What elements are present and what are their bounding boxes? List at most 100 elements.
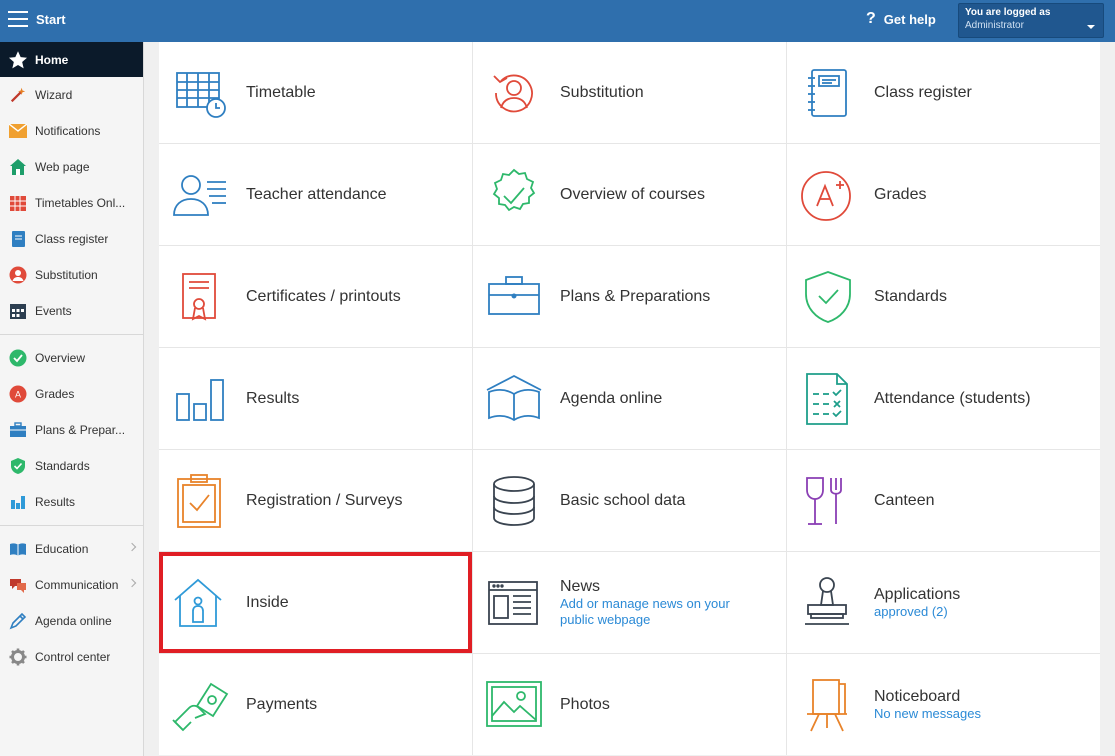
sidebar-item-web-page[interactable]: Web page [0, 149, 143, 185]
sidebar-item-notifications[interactable]: Notifications [0, 113, 143, 149]
tile-title: Agenda online [560, 389, 663, 407]
tile-inside[interactable]: Inside [159, 552, 472, 653]
module-grid: Timetable Substitution Class register Te… [159, 42, 1100, 755]
easel-icon [807, 678, 847, 731]
tile-plans-preparations[interactable]: Plans & Preparations [473, 246, 786, 347]
pencil-icon [8, 611, 28, 631]
sidebar-item-results[interactable]: Results [0, 484, 143, 520]
tile-registration-surveys[interactable]: Registration / Surveys [159, 450, 472, 551]
cutlery-icon [806, 476, 842, 525]
tile-title: Payments [246, 695, 318, 713]
sidebar-item-communication[interactable]: Communication [0, 567, 143, 603]
grades-icon [801, 170, 851, 221]
house-person-icon [174, 578, 222, 627]
tile-agenda-online[interactable]: Agenda online [473, 348, 786, 449]
database-icon [493, 475, 535, 526]
shield-icon [8, 456, 28, 476]
svg-text:A: A [15, 390, 21, 400]
substitution-icon [493, 74, 533, 112]
tile-title: Class register [874, 83, 972, 101]
sidebar-divider [0, 334, 143, 335]
tile-results[interactable]: Results [159, 348, 472, 449]
stamp-icon [805, 576, 849, 625]
tile-title: Teacher attendance [246, 185, 387, 203]
courses-check-icon [492, 168, 536, 211]
tile-grades[interactable]: Grades [787, 144, 1100, 245]
tile-attendance-students[interactable]: Attendance (students) [787, 348, 1100, 449]
sidebar: Home Wizard Notifications Web page Timet… [0, 42, 144, 756]
tile-basic-school-data[interactable]: Basic school data [473, 450, 786, 551]
calendar-grid-icon [8, 193, 28, 213]
tile-teacher-attendance[interactable]: Teacher attendance [159, 144, 472, 245]
sidebar-item-label: Class register [35, 232, 109, 246]
menu-icon[interactable] [8, 11, 28, 27]
sidebar-divider [0, 525, 143, 526]
tile-timetable[interactable]: Timetable [159, 42, 472, 143]
sidebar-item-label: Events [35, 304, 72, 318]
noticeboard-status[interactable]: No new messages [874, 706, 981, 722]
tile-title: Overview of courses [560, 185, 705, 203]
home-icon [8, 157, 28, 177]
class-register-icon [808, 68, 847, 117]
star-icon [8, 50, 28, 70]
get-help-label: Get help [883, 11, 936, 27]
envelope-icon [8, 121, 28, 141]
tile-news[interactable]: News Add or manage news on your public w… [473, 552, 786, 653]
chat-icon [8, 575, 28, 595]
tile-class-register[interactable]: Class register [787, 42, 1100, 143]
sidebar-item-agenda-online[interactable]: Agenda online [0, 603, 143, 639]
clipboard-check-icon [177, 473, 221, 528]
news-description-link[interactable]: Add or manage news on your public webpag… [560, 596, 760, 628]
tile-title: Canteen [874, 491, 935, 509]
sidebar-item-label: Substitution [35, 268, 98, 282]
sidebar-item-label: Notifications [35, 124, 101, 138]
tile-title: Certificates / printouts [246, 287, 401, 305]
money-hand-icon [172, 682, 229, 731]
sidebar-item-label: Timetables Onl... [35, 196, 126, 210]
chevron-down-icon [1087, 25, 1095, 29]
sidebar-item-substitution[interactable]: Substitution [0, 257, 143, 293]
sidebar-item-events[interactable]: Events [0, 293, 143, 329]
tile-title: Results [246, 389, 300, 407]
sidebar-item-education[interactable]: Education [0, 531, 143, 567]
tile-certificates-printouts[interactable]: Certificates / printouts [159, 246, 472, 347]
tile-payments[interactable]: Payments [159, 654, 472, 755]
briefcase-icon [8, 420, 28, 440]
app-title[interactable]: Start [36, 12, 66, 27]
applications-approved-link[interactable]: approved (2) [874, 604, 960, 620]
tile-title: Plans & Preparations [560, 287, 711, 305]
sidebar-item-timetables-online[interactable]: Timetables Onl... [0, 185, 143, 221]
sidebar-item-label: Wizard [35, 88, 73, 102]
grade-badge-icon: A [8, 384, 28, 404]
get-help-button[interactable]: ? Get help [866, 10, 936, 28]
shield-check-icon [805, 270, 851, 323]
tile-substitution[interactable]: Substitution [473, 42, 786, 143]
sidebar-item-label: Standards [35, 459, 90, 473]
sidebar-item-home[interactable]: Home [0, 42, 143, 77]
tile-title: Grades [874, 185, 927, 203]
tile-title: Standards [874, 287, 947, 305]
sidebar-item-standards[interactable]: Standards [0, 448, 143, 484]
sidebar-item-label: Home [35, 52, 69, 67]
tile-noticeboard[interactable]: Noticeboard No new messages [787, 654, 1100, 755]
timetable-icon [176, 71, 226, 118]
sidebar-item-class-register[interactable]: Class register [0, 221, 143, 257]
sidebar-item-label: Education [35, 542, 89, 556]
sidebar-item-control-center[interactable]: Control center [0, 639, 143, 675]
sidebar-item-overview[interactable]: Overview [0, 340, 143, 376]
user-menu[interactable]: You are logged as Administrator [958, 3, 1104, 38]
sidebar-item-wizard[interactable]: Wizard [0, 77, 143, 113]
tile-standards[interactable]: Standards [787, 246, 1100, 347]
chevron-right-icon [127, 578, 137, 588]
tile-applications[interactable]: Applications approved (2) [787, 552, 1100, 653]
sidebar-item-plans-preparations[interactable]: Plans & Prepar... [0, 412, 143, 448]
tile-overview-of-courses[interactable]: Overview of courses [473, 144, 786, 245]
certificate-icon [182, 272, 216, 321]
tile-photos[interactable]: Photos [473, 654, 786, 755]
tile-canteen[interactable]: Canteen [787, 450, 1100, 551]
attendance-list-icon [806, 372, 848, 425]
sidebar-item-label: Communication [35, 578, 119, 592]
calendar-icon [8, 301, 28, 321]
gear-icon [8, 647, 28, 667]
sidebar-item-grades[interactable]: A Grades [0, 376, 143, 412]
